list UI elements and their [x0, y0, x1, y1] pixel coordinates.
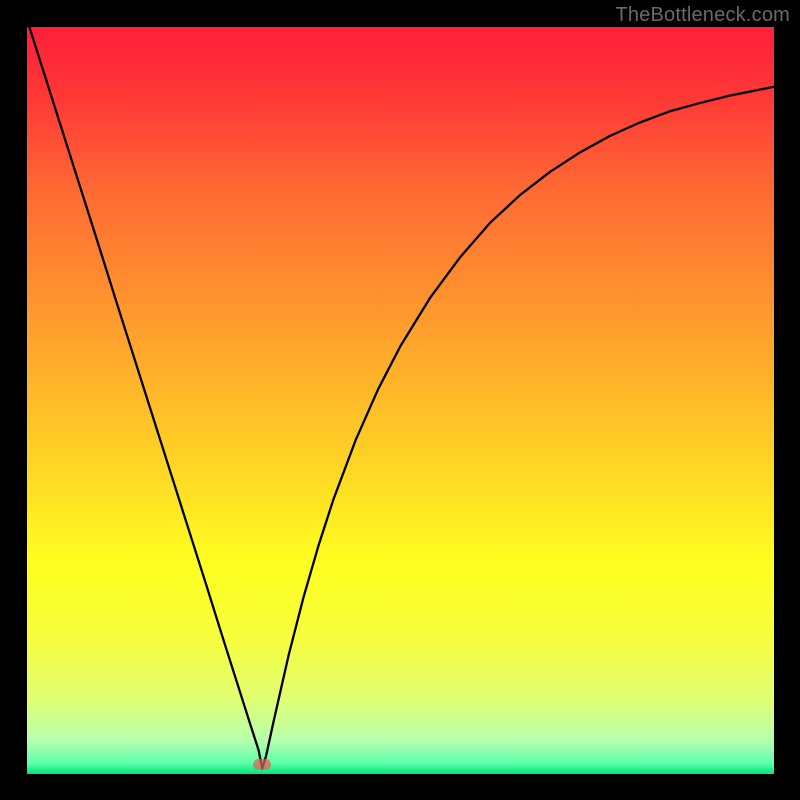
plot-area	[27, 27, 774, 774]
watermark-text: TheBottleneck.com	[615, 4, 790, 27]
bottleneck-curve	[27, 27, 774, 774]
minimum-marker	[253, 759, 271, 770]
chart-frame: TheBottleneck.com	[0, 0, 800, 800]
